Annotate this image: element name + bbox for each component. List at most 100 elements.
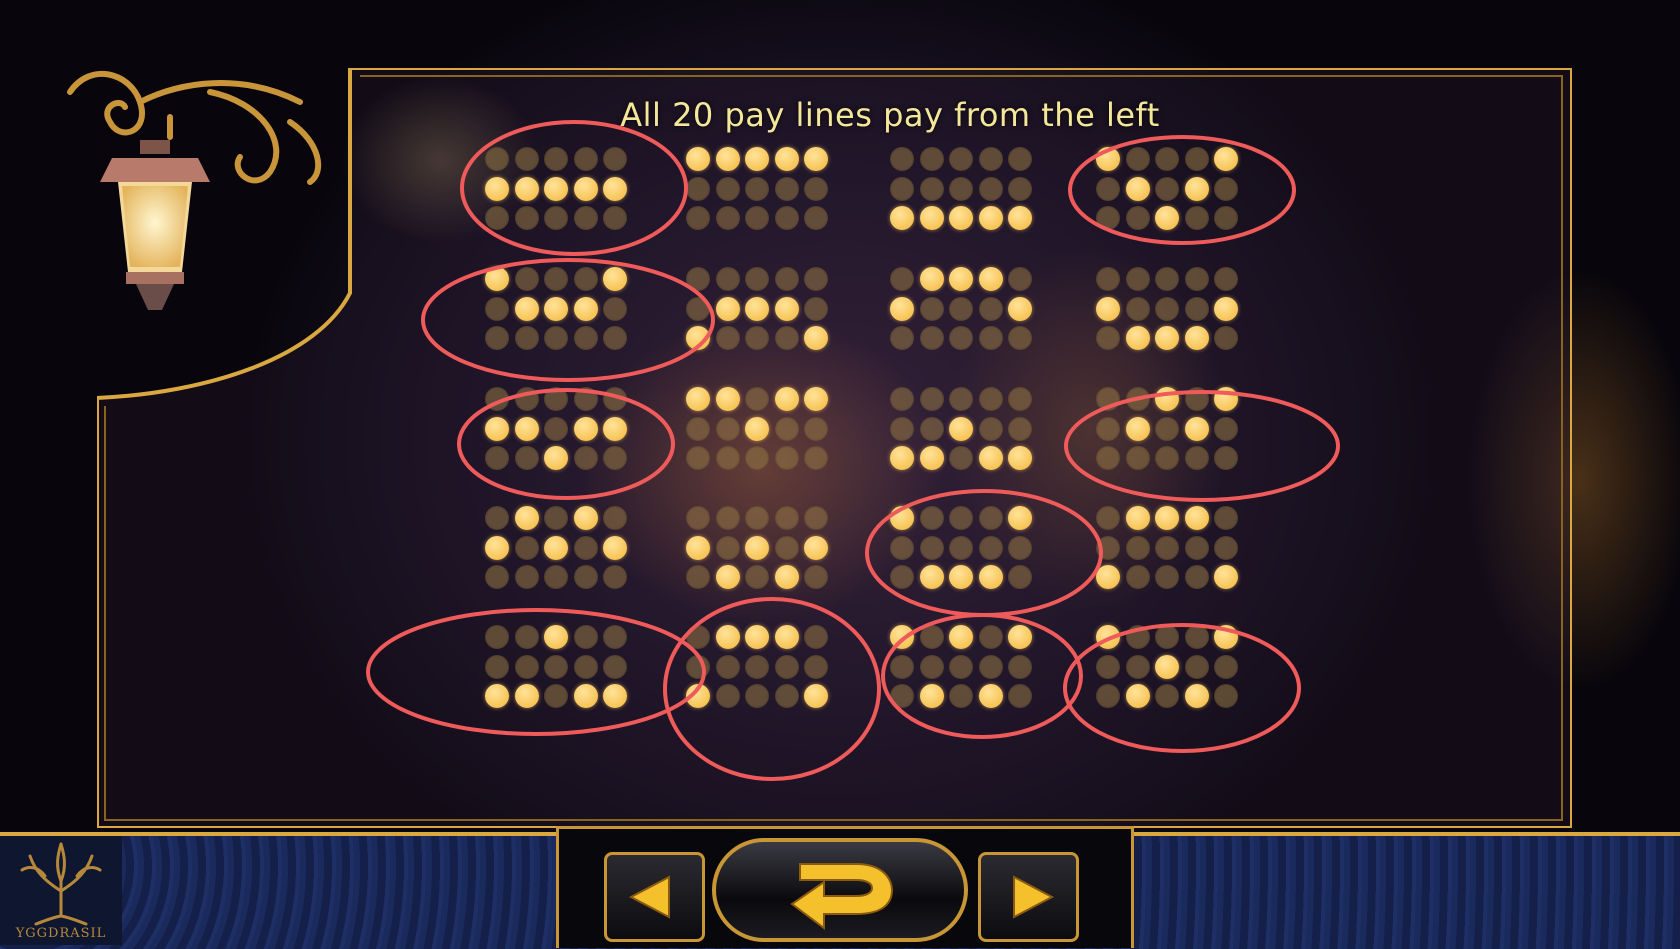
payline-dot <box>949 446 973 470</box>
payline-dot-active <box>544 535 568 560</box>
payline-dot <box>949 296 973 321</box>
payline-dot <box>485 147 509 171</box>
payline-dot <box>1155 267 1179 291</box>
payline-dot-active <box>544 176 568 201</box>
payline-dot <box>514 565 539 589</box>
payline-dot <box>978 535 1003 560</box>
payline-7 <box>890 267 1038 351</box>
payline-dot <box>978 326 1003 350</box>
payline-dot <box>949 387 973 411</box>
payline-dot-active <box>745 147 769 171</box>
payline-dot-active <box>1008 206 1032 230</box>
payline-dot-active <box>686 535 710 560</box>
payline-dot <box>544 267 568 291</box>
payline-dot <box>1214 176 1238 201</box>
payline-13 <box>485 506 633 590</box>
payline-dot-active <box>978 565 1003 589</box>
payline-dot-active <box>1184 326 1209 350</box>
payline-dot <box>1125 267 1150 291</box>
yggdrasil-logo: YGGDRASIL <box>0 836 122 945</box>
payline-dot-active <box>1184 684 1209 708</box>
payline-dot <box>949 147 973 171</box>
prev-page-button[interactable] <box>604 852 705 942</box>
payline-dot <box>804 625 828 649</box>
payline-dot <box>715 684 740 708</box>
payline-dot <box>485 296 509 321</box>
payline-dot <box>1214 206 1238 230</box>
payline-dot <box>1008 147 1032 171</box>
payline-dot <box>978 296 1003 321</box>
payline-dot <box>1184 267 1209 291</box>
payline-dot <box>1155 446 1179 470</box>
payline-dot <box>745 446 769 470</box>
payline-dot-active <box>715 565 740 589</box>
payline-dot <box>890 416 914 441</box>
payline-dot-active <box>544 296 568 321</box>
payline-dot <box>514 446 539 470</box>
payline-dot <box>514 326 539 350</box>
payline-dot-active <box>573 296 598 321</box>
payline-dot <box>804 654 828 679</box>
payline-dot <box>1125 446 1150 470</box>
payline-dot <box>686 416 710 441</box>
payline-dot-active <box>686 147 710 171</box>
payline-3 <box>890 147 1038 231</box>
payline-dot <box>774 267 799 291</box>
payline-dot-active <box>949 267 973 291</box>
payline-dot <box>1096 416 1120 441</box>
payline-dot-active <box>485 684 509 708</box>
payline-dot <box>514 147 539 171</box>
payline-dot-active <box>919 684 944 708</box>
payline-dot-active <box>978 267 1003 291</box>
return-button[interactable] <box>712 838 968 942</box>
payline-dot <box>603 206 627 230</box>
payline-dot <box>573 206 598 230</box>
payline-dot-active <box>978 684 1003 708</box>
payline-dot-active <box>774 147 799 171</box>
payline-dot-active <box>774 387 799 411</box>
payline-dot <box>1125 296 1150 321</box>
payline-dot <box>686 625 710 649</box>
payline-dot <box>745 654 769 679</box>
payline-dot <box>1184 296 1209 321</box>
payline-dot <box>1214 506 1238 530</box>
payline-dot <box>686 206 710 230</box>
payline-dot-active <box>573 416 598 441</box>
payline-dot-active <box>1125 416 1150 441</box>
payline-dot <box>603 565 627 589</box>
payline-dot <box>544 206 568 230</box>
payline-dot <box>485 506 509 530</box>
payline-dot-active <box>1125 684 1150 708</box>
payline-dot <box>774 446 799 470</box>
payline-dot-active <box>485 535 509 560</box>
payline-dot-active <box>1184 416 1209 441</box>
payline-dot-active <box>514 684 539 708</box>
payline-dot <box>1096 506 1120 530</box>
payline-dot-active <box>774 625 799 649</box>
next-page-button[interactable] <box>978 852 1079 942</box>
payline-dot <box>949 535 973 560</box>
payline-dot-active <box>1008 446 1032 470</box>
payline-dot-active <box>485 176 509 201</box>
payline-dot-active <box>919 446 944 470</box>
payline-20 <box>1096 625 1244 709</box>
payline-dot-active <box>804 684 828 708</box>
payline-dot <box>715 506 740 530</box>
payline-dot <box>1214 326 1238 350</box>
payline-dot <box>485 446 509 470</box>
payline-dot <box>603 387 627 411</box>
payline-dot <box>1008 267 1032 291</box>
payline-dot <box>544 147 568 171</box>
payline-dot <box>603 326 627 350</box>
payline-dot <box>1008 176 1032 201</box>
payline-dot-active <box>1184 176 1209 201</box>
payline-dot-active <box>573 684 598 708</box>
payline-dot <box>1214 654 1238 679</box>
payline-dot <box>804 267 828 291</box>
payline-dot-active <box>890 625 914 649</box>
payline-8 <box>1096 267 1244 351</box>
payline-dot <box>1155 535 1179 560</box>
payline-dot <box>978 625 1003 649</box>
payline-dot <box>774 654 799 679</box>
payline-dot <box>1155 416 1179 441</box>
